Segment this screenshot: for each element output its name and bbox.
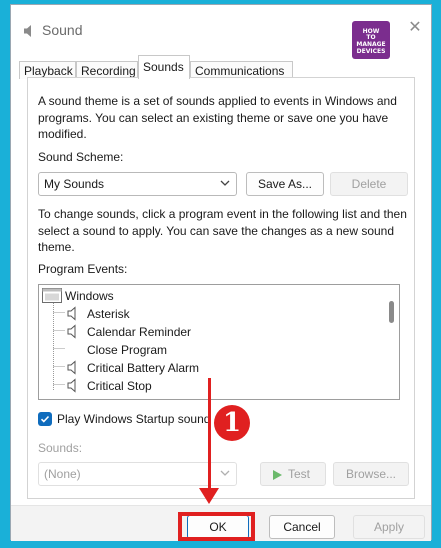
browse-button[interactable]: Browse... [333,462,409,486]
speaker-icon [67,324,76,339]
startup-sound-checkbox[interactable] [38,412,52,426]
chevron-down-icon [220,180,230,186]
event-label: Asterisk [87,307,130,321]
group-label-windows: Windows [65,289,114,303]
test-button[interactable]: Test [260,462,326,486]
how-to-manage-devices-logo: HOW TO MANAGE DEVICES [352,21,390,59]
sounds-label: Sounds: [38,441,83,455]
event-label: Critical Battery Alarm [87,361,200,375]
close-icon[interactable]: ✕ [407,20,423,36]
annotation-arrow-head [199,488,219,504]
sound-scheme-value: My Sounds [44,177,105,191]
events-scrollbar[interactable] [387,287,397,397]
sound-scheme-dropdown[interactable]: My Sounds [38,172,237,196]
speaker-icon [67,378,76,393]
sound-value: (None) [44,467,81,481]
delete-button[interactable]: Delete [330,172,408,196]
sound-theme-description: A sound theme is a set of sounds applied… [38,94,397,141]
annotation-step-badge: 1 [214,405,250,441]
event-label: Calendar Reminder [87,325,192,339]
play-icon [273,470,282,480]
event-label: Close Program [87,343,168,357]
event-label: Critical Stop [87,379,152,393]
test-label: Test [288,467,311,481]
sound-scheme-label: Sound Scheme: [38,150,124,164]
speaker-icon [67,306,76,321]
tab-sounds[interactable]: Sounds [138,55,190,79]
startup-sound-label: Play Windows Startup sound [57,412,211,426]
window-title: Sound [42,22,83,38]
title-bar: Sound HOW TO MANAGE DEVICES ✕ [11,5,431,59]
scrollbar-thumb[interactable] [389,301,394,323]
checkmark-icon [40,415,50,423]
save-as-button[interactable]: Save As... [246,172,324,196]
cancel-button[interactable]: Cancel [269,515,335,539]
annotation-arrow-shaft [208,378,211,496]
sound-dialog: Sound HOW TO MANAGE DEVICES ✕ Playback R… [10,4,432,541]
ok-button-highlight [178,512,255,541]
program-events-label: Program Events: [38,262,128,276]
chevron-down-icon [220,470,230,476]
program-events-list[interactable]: Windows Asterisk Calendar Reminder Close… [38,284,400,400]
speaker-icon [67,360,76,375]
change-sounds-instructions: To change sounds, click a program event … [38,207,407,254]
speaker-icon [24,25,31,37]
windows-group-icon [42,288,62,303]
apply-button[interactable]: Apply [353,515,425,539]
